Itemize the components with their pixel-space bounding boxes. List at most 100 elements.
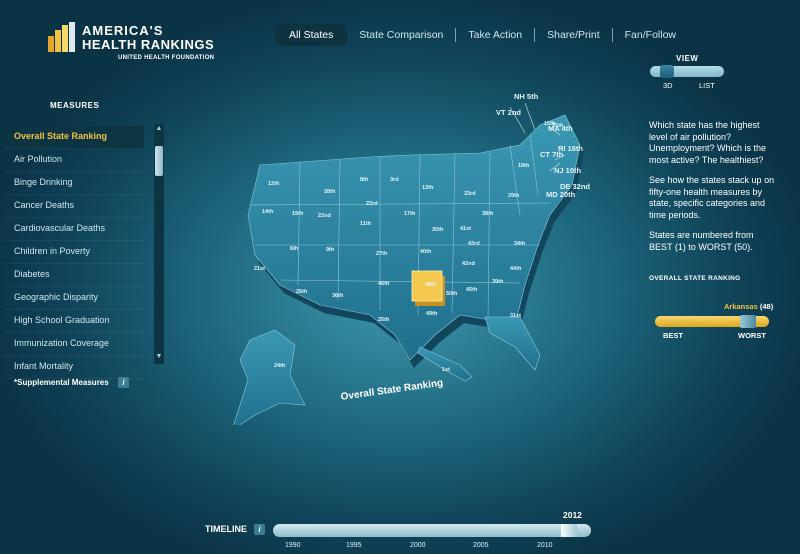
state-rank-label[interactable]: 33rd xyxy=(464,191,476,197)
measure-item[interactable]: Children in Poverty xyxy=(6,241,144,264)
view-3d-option[interactable]: 3D xyxy=(663,81,673,90)
state-rank-label[interactable]: 22nd xyxy=(318,213,331,219)
state-rank-label[interactable]: 43rd xyxy=(468,241,480,247)
timeline-tick: 1990 xyxy=(285,542,301,549)
description-panel: Which state has the highest level of air… xyxy=(649,120,777,262)
ranking-best-label: BEST xyxy=(663,331,684,340)
state-rank-label[interactable]: 30th xyxy=(432,227,444,233)
measure-item[interactable]: Air Pollution xyxy=(6,149,144,172)
state-rank-label[interactable]: 21st xyxy=(254,266,265,272)
state-rank-label[interactable]: 3rd xyxy=(390,177,399,183)
state-rank-label[interactable]: 23rd xyxy=(366,201,378,207)
state-rank-label[interactable]: 49th xyxy=(426,311,438,317)
state-rank-label[interactable]: 18th xyxy=(518,163,530,169)
scroll-up-icon[interactable]: ▲ xyxy=(154,124,164,134)
description-p1: Which state has the highest level of air… xyxy=(649,120,767,165)
description-p3: States are numbered from BEST (1) to WOR… xyxy=(649,230,754,252)
ranking-slider-marker xyxy=(740,315,756,328)
nav-fan-follow[interactable]: Fan/Follow xyxy=(613,24,688,46)
state-rank-label[interactable]: 14th xyxy=(262,209,274,215)
state-rank-label[interactable]: 19th xyxy=(292,211,304,217)
state-rank-label[interactable]: 34th xyxy=(514,241,526,247)
nav-share-print[interactable]: Share/Print xyxy=(535,24,612,46)
measure-item[interactable]: Immunization Coverage xyxy=(6,333,144,356)
us-map: 12th 28th 8th 3rd 14th 19th 22nd 23rd 13th 6th 9th… xyxy=(233,92,590,425)
state-rank-label[interactable]: 36th xyxy=(332,293,344,299)
measure-item[interactable]: Cardiovascular Deaths xyxy=(6,218,144,241)
state-rank-label[interactable]: 28th xyxy=(324,189,336,195)
nav-all-states[interactable]: All States xyxy=(275,24,348,46)
main-nav: All States State Comparison Take Action … xyxy=(275,23,688,47)
timeline-slider[interactable] xyxy=(273,524,591,537)
measure-item[interactable]: Overall State Ranking xyxy=(6,126,144,149)
measure-item[interactable]: High School Graduation xyxy=(6,310,144,333)
timeline-tick: 2010 xyxy=(537,542,553,549)
measures-title: MEASURES xyxy=(50,101,100,110)
state-rank-label[interactable]: 42nd xyxy=(462,261,475,267)
timeline-selected-marker[interactable] xyxy=(561,524,577,537)
state-rank-label[interactable]: 31st xyxy=(510,313,521,319)
measure-item[interactable]: Cancer Deaths xyxy=(6,195,144,218)
state-rank-label[interactable]: 29th xyxy=(508,193,520,199)
ranking-worst-label: WORST xyxy=(738,331,766,340)
timeline-tick: 1995 xyxy=(346,542,362,549)
timeline-label: TIMELINE xyxy=(205,524,247,534)
state-rank-label[interactable]: NH 5th xyxy=(514,92,539,101)
ranking-state-rank: (48) xyxy=(759,302,774,311)
state-rank-label[interactable]: 41st xyxy=(460,226,471,232)
state-rank-label[interactable]: 39th xyxy=(492,279,504,285)
scroll-down-icon[interactable]: ▼ xyxy=(154,352,164,362)
timeline-info-icon[interactable]: i xyxy=(254,524,265,535)
timeline-tick: 2005 xyxy=(473,542,489,549)
state-rank-label[interactable]: 27th xyxy=(376,251,388,257)
logo[interactable]: AMERICA'S HEALTH RANKINGS UNITED HEALTH … xyxy=(48,18,228,68)
state-rank-label[interactable]: 48th xyxy=(425,282,437,288)
measure-list: Overall State Ranking Air Pollution Bing… xyxy=(6,126,144,379)
ranking-heading: OVERALL STATE RANKING xyxy=(649,275,741,282)
state-rank-label[interactable]: 12th xyxy=(268,181,280,187)
brand-title-2: HEALTH RANKINGS xyxy=(82,37,215,52)
nav-state-comparison[interactable]: State Comparison xyxy=(347,24,455,46)
view-list-option[interactable]: LIST xyxy=(699,81,715,90)
state-rank-label[interactable]: 50th xyxy=(446,291,458,297)
state-rank-label[interactable]: 6th xyxy=(290,246,299,252)
state-rank-label[interactable]: 1st xyxy=(442,367,450,373)
brand-subtitle: UNITED HEALTH FOUNDATION xyxy=(118,55,215,61)
state-rank-label[interactable]: 26th xyxy=(296,289,308,295)
timeline-selected-year: 2012 xyxy=(563,510,582,520)
view-label: VIEW xyxy=(676,54,699,63)
description-p2: See how the states stack up on fifty-one… xyxy=(649,175,775,220)
brand-title: AMERICA'S xyxy=(82,23,164,38)
state-rank-label[interactable]: 11th xyxy=(360,221,372,227)
scroll-thumb[interactable] xyxy=(155,146,163,176)
measure-item[interactable]: Geographic Disparity xyxy=(6,287,144,310)
state-rank-label[interactable]: MD 20th xyxy=(546,190,576,199)
info-icon[interactable]: i xyxy=(118,377,129,388)
ranking-state-name: Arkansas xyxy=(724,302,758,311)
state-rank-label[interactable]: 8th xyxy=(360,177,369,183)
state-rank-label[interactable]: NJ 10th xyxy=(554,166,582,175)
state-rank-label[interactable]: 44th xyxy=(510,266,522,272)
state-rank-label[interactable]: VT 2nd xyxy=(496,108,521,117)
measure-item[interactable]: Binge Drinking xyxy=(6,172,144,195)
state-rank-label[interactable]: 46th xyxy=(378,281,390,287)
state-rank-label[interactable]: 45th xyxy=(466,287,478,293)
state-rank-label[interactable]: 17th xyxy=(404,211,416,217)
logo-bars-icon xyxy=(48,22,75,52)
state-rank-label[interactable]: 9th xyxy=(326,247,335,253)
state-rank-label[interactable]: 25th xyxy=(378,317,390,323)
state-rank-label[interactable]: 38th xyxy=(482,211,494,217)
measure-item[interactable]: Infant Mortality xyxy=(6,356,144,379)
state-rank-label[interactable]: 40th xyxy=(420,249,432,255)
ranking-state-label: Arkansas (48) xyxy=(724,302,773,311)
supplemental-measures-link[interactable]: *Supplemental Measures xyxy=(14,378,109,387)
state-rank-label[interactable]: DE 32nd xyxy=(560,182,590,191)
state-rank-label[interactable]: 24th xyxy=(274,363,286,369)
timeline-tick: 2000 xyxy=(410,542,426,549)
view-toggle-knob[interactable] xyxy=(660,65,674,78)
nav-take-action[interactable]: Take Action xyxy=(456,24,534,46)
measure-item[interactable]: Diabetes xyxy=(6,264,144,287)
state-rank-label[interactable]: 15th xyxy=(552,123,564,129)
state-rank-label[interactable]: RI 16th xyxy=(558,144,583,153)
state-rank-label[interactable]: 13th xyxy=(422,185,434,191)
